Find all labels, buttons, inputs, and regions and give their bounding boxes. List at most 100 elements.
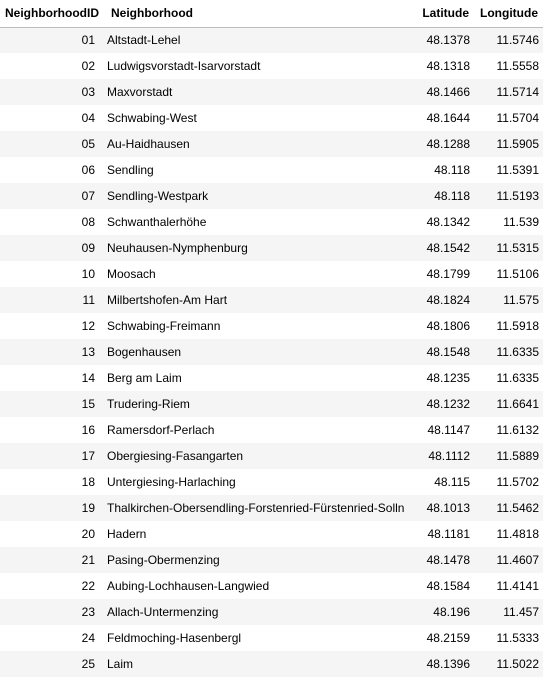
cell-latitude: 48.196 [433, 605, 470, 619]
table-row: 15 Trudering-Riem 48.1232 11.6641 [0, 391, 543, 417]
cell-latitude: 48.1181 [427, 527, 471, 541]
cell-latitude: 48.2159 [426, 631, 470, 645]
cell-longitude: 11.5106 [496, 267, 540, 281]
cell-latitude: 48.1584 [426, 579, 470, 593]
cell-neighborhood-id: 16 [81, 423, 95, 437]
cell-longitude: 11.5905 [496, 137, 540, 151]
cell-neighborhood: Schwabing-Freimann [107, 319, 221, 333]
cell-longitude: 11.5918 [496, 319, 540, 333]
neighborhood-table: NeighborhoodID Neighborhood Latitude Lon… [0, 0, 543, 677]
cell-longitude: 11.5333 [496, 631, 540, 645]
cell-longitude: 11.5315 [496, 241, 540, 255]
table-row: 13 Bogenhausen 48.1548 11.6335 [0, 339, 543, 365]
cell-neighborhood: Obergiesing-Fasangarten [107, 449, 244, 463]
cell-latitude: 48.1232 [426, 397, 470, 411]
cell-neighborhood-id: 01 [81, 33, 95, 48]
cell-neighborhood-id: 17 [81, 449, 95, 463]
table-row: 25 Laim 48.1396 11.5022 [0, 651, 543, 677]
table-row: 24 Feldmoching-Hasenbergl 48.2159 11.5333 [0, 625, 543, 651]
cell-neighborhood: Thalkirchen-Obersendling-Forstenried-Für… [107, 501, 405, 515]
cell-neighborhood: Milbertshofen-Am Hart [107, 293, 228, 307]
table-row: 14 Berg am Laim 48.1235 11.6335 [0, 365, 543, 391]
cell-neighborhood-id: 11 [82, 293, 95, 307]
cell-neighborhood-id: 07 [81, 189, 95, 203]
cell-neighborhood: Schwanthalerhöhe [107, 215, 207, 229]
cell-latitude: 48.1318 [426, 59, 470, 73]
table-row: 11 Milbertshofen-Am Hart 48.1824 11.575 [0, 287, 543, 313]
table-row: 20 Hadern 48.1181 11.4818 [0, 521, 543, 547]
cell-neighborhood: Untergiesing-Harlaching [107, 475, 236, 489]
cell-longitude: 11.5702 [496, 475, 540, 489]
cell-latitude: 48.1466 [426, 85, 470, 99]
table-row: 18 Untergiesing-Harlaching 48.115 11.5702 [0, 469, 543, 495]
cell-latitude: 48.1235 [426, 371, 470, 385]
cell-neighborhood: Sendling [107, 163, 154, 177]
cell-neighborhood: Feldmoching-Hasenbergl [107, 631, 242, 645]
cell-latitude: 48.1396 [426, 657, 470, 671]
cell-longitude: 11.5462 [496, 501, 540, 515]
cell-latitude: 48.118 [434, 163, 470, 177]
cell-neighborhood-id: 20 [81, 527, 95, 541]
cell-longitude: 11.4607 [496, 553, 540, 567]
cell-neighborhood: Maxvorstadt [107, 85, 173, 99]
cell-neighborhood: Laim [107, 657, 134, 671]
cell-longitude: 11.5704 [496, 111, 540, 125]
cell-neighborhood-id: 24 [81, 631, 95, 645]
cell-longitude: 11.4818 [496, 527, 540, 541]
cell-neighborhood: Sendling-Westpark [107, 189, 209, 203]
cell-neighborhood-id: 02 [81, 59, 95, 73]
table-row: 16 Ramersdorf-Perlach 48.1147 11.6132 [0, 417, 543, 443]
table-row: 08 Schwanthalerhöhe 48.1342 11.539 [0, 209, 543, 235]
cell-longitude: 11.5558 [496, 59, 540, 73]
cell-longitude: 11.5889 [496, 449, 540, 463]
cell-longitude: 11.6335 [496, 345, 540, 359]
header-longitude: Longitude [474, 0, 543, 28]
cell-longitude: 11.6335 [496, 371, 540, 385]
cell-latitude: 48.1013 [426, 501, 470, 515]
cell-longitude: 11.5391 [496, 163, 540, 177]
table-row: 09 Neuhausen-Nymphenburg 48.1542 11.5315 [0, 235, 543, 261]
cell-latitude: 48.1799 [426, 267, 470, 281]
cell-neighborhood: Neuhausen-Nymphenburg [107, 241, 248, 255]
cell-neighborhood-id: 14 [81, 371, 95, 385]
table-row: 17 Obergiesing-Fasangarten 48.1112 11.5889 [0, 443, 543, 469]
cell-neighborhood: Ramersdorf-Perlach [107, 423, 215, 437]
cell-neighborhood: Au-Haidhausen [107, 137, 190, 151]
cell-latitude: 48.115 [434, 475, 470, 489]
cell-latitude: 48.1542 [426, 241, 470, 255]
cell-neighborhood-id: 15 [81, 397, 95, 411]
cell-neighborhood-id: 19 [81, 501, 95, 515]
cell-neighborhood: Trudering-Riem [107, 397, 190, 411]
cell-neighborhood: Hadern [107, 527, 147, 541]
table-row: 03 Maxvorstadt 48.1466 11.5714 [0, 79, 543, 105]
cell-neighborhood-id: 13 [81, 345, 95, 359]
cell-neighborhood-id: 18 [81, 475, 95, 489]
cell-latitude: 48.118 [434, 189, 470, 203]
cell-neighborhood-id: 22 [81, 579, 95, 593]
cell-neighborhood-id: 21 [81, 553, 95, 567]
header-latitude: Latitude [416, 0, 474, 28]
cell-neighborhood-id: 10 [81, 267, 95, 281]
cell-latitude: 48.1548 [426, 345, 470, 359]
table-row: 22 Aubing-Lochhausen-Langwied 48.1584 11.41… [0, 573, 543, 599]
cell-longitude: 11.5746 [496, 33, 540, 48]
cell-latitude: 48.1288 [426, 137, 470, 151]
header-neighborhood-id: NeighborhoodID [0, 0, 106, 28]
cell-neighborhood-id: 08 [81, 215, 95, 229]
cell-neighborhood-id: 25 [81, 657, 95, 671]
cell-longitude: 11.5714 [496, 85, 540, 99]
cell-latitude: 48.1378 [426, 33, 470, 48]
cell-longitude: 11.5193 [496, 189, 540, 203]
cell-neighborhood: Altstadt-Lehel [107, 33, 181, 48]
table-body: 01 Altstadt-Lehel 48.1378 11.5746 02 Ludwigsv… [0, 27, 543, 677]
table-row: 21 Pasing-Obermenzing 48.1478 11.4607 [0, 547, 543, 573]
cell-neighborhood: Bogenhausen [107, 345, 182, 359]
cell-latitude: 48.1478 [426, 553, 470, 567]
cell-neighborhood: Aubing-Lochhausen-Langwied [107, 579, 270, 593]
cell-longitude: 11.6132 [496, 423, 540, 437]
table-row: 19 Thalkirchen-Obersendling-Forstenried-F… [0, 495, 543, 521]
cell-neighborhood-id: 05 [81, 137, 95, 151]
cell-neighborhood: Allach-Untermenzing [107, 605, 219, 619]
cell-latitude: 48.1112 [428, 449, 470, 463]
cell-latitude: 48.1147 [427, 423, 471, 437]
